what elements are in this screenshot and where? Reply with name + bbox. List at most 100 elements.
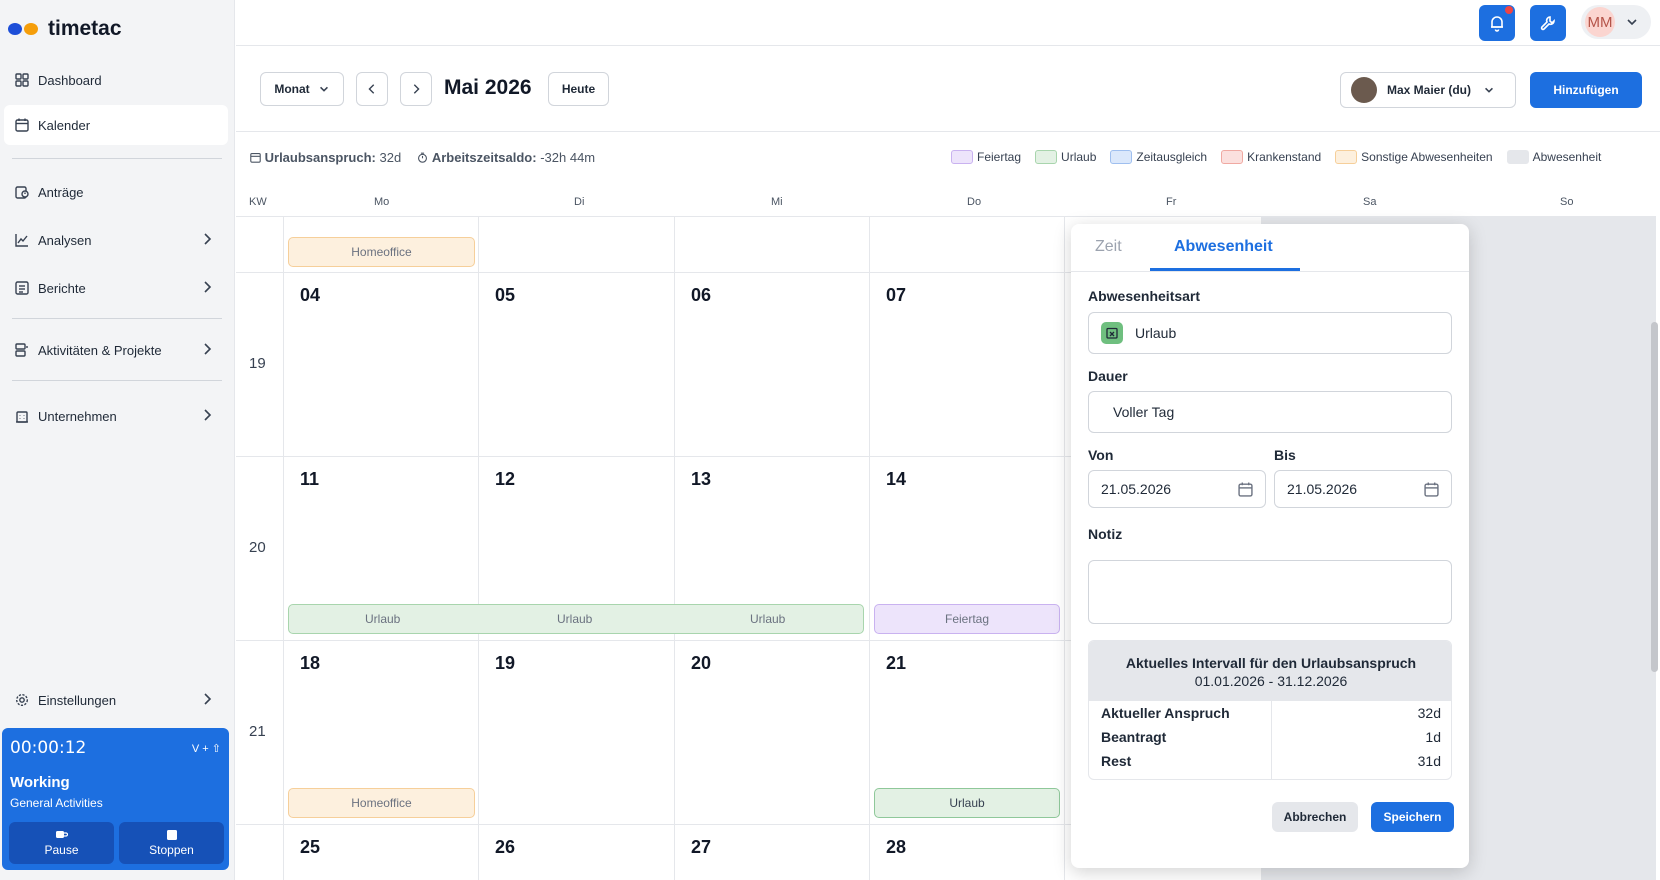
requests-icon xyxy=(14,184,30,200)
weekday-header: Fr xyxy=(1166,196,1177,208)
avatar: MM xyxy=(1585,7,1615,37)
timer-shortcut: V + ⇧ xyxy=(191,743,221,755)
quota-row: Beantragt 1d xyxy=(1101,729,1441,745)
logo[interactable]: timetac xyxy=(8,14,122,44)
pause-button[interactable]: Pause xyxy=(9,822,114,864)
day-cell[interactable]: 28 xyxy=(870,825,1065,880)
day-cell-weekend[interactable] xyxy=(1459,217,1656,273)
vacation-quota-table: Aktuelles Intervall für den Urlaubsanspr… xyxy=(1088,640,1452,780)
sidebar-item-antraege[interactable]: Anträge xyxy=(4,172,228,212)
day-cell[interactable] xyxy=(870,217,1065,273)
prev-month-button[interactable] xyxy=(356,72,388,106)
legend: Feiertag Urlaub Zeitausgleich Krankensta… xyxy=(951,150,1601,164)
day-cell[interactable]: 26 xyxy=(479,825,675,880)
popup-tabs: Zeit Abwesenheit xyxy=(1071,224,1469,272)
sidebar-item-unternehmen[interactable]: Unternehmen xyxy=(4,396,228,436)
to-date-input[interactable]: 21.05.2026 xyxy=(1274,470,1452,508)
note-label: Notiz xyxy=(1088,526,1123,542)
day-cell[interactable]: 07 xyxy=(870,273,1065,457)
duration-value: Voller Tag xyxy=(1113,404,1175,420)
view-select-value: Monat xyxy=(274,82,310,96)
sidebar-item-berichte[interactable]: Berichte xyxy=(4,268,228,308)
view-select[interactable]: Monat xyxy=(260,72,344,106)
day-cell[interactable]: 25 xyxy=(284,825,479,880)
stop-button[interactable]: Stoppen xyxy=(119,822,224,864)
sidebar-item-kalender[interactable]: Kalender xyxy=(4,105,228,145)
next-month-button[interactable] xyxy=(400,72,432,106)
calendar-icon[interactable] xyxy=(1238,482,1253,497)
absence-type-select[interactable]: Urlaub xyxy=(1088,312,1452,354)
day-cell[interactable]: 05 xyxy=(479,273,675,457)
dashboard-icon xyxy=(14,72,30,88)
legend-item: Urlaub xyxy=(1035,150,1096,164)
calendar-event-homeoffice[interactable]: Homeoffice xyxy=(288,237,475,267)
kw-cell xyxy=(236,217,284,273)
time-tracker-card: 00:00:12 V + ⇧ Working General Activitie… xyxy=(2,728,229,870)
sidebar-item-analysen[interactable]: Analysen xyxy=(4,220,228,260)
notifications-button[interactable] xyxy=(1479,5,1515,41)
day-cell[interactable] xyxy=(675,217,870,273)
save-button[interactable]: Speichern xyxy=(1371,802,1454,832)
top-bar: MM xyxy=(236,0,1660,46)
calendar-icon xyxy=(14,117,30,133)
quota-row: Rest 31d xyxy=(1101,753,1441,769)
scrollbar[interactable] xyxy=(1651,222,1658,772)
projects-icon xyxy=(14,342,30,358)
day-cell-weekend[interactable]: 17 xyxy=(1459,457,1656,641)
calendar-event-feiertag[interactable]: Feiertag xyxy=(874,604,1060,634)
person-avatar xyxy=(1351,77,1377,103)
sidebar-item-label: Analysen xyxy=(38,232,92,248)
legend-item: Zeitausgleich xyxy=(1110,150,1207,164)
person-select[interactable]: Max Maier (du) xyxy=(1340,72,1516,108)
day-cell-weekend[interactable]: 24 xyxy=(1459,641,1656,825)
day-cell[interactable]: 19 xyxy=(479,641,675,825)
day-cell-weekend[interactable]: 31 xyxy=(1459,825,1656,880)
day-cell-weekend[interactable]: 10 xyxy=(1459,273,1656,457)
weekday-header: Do xyxy=(967,196,982,208)
chevron-right-icon xyxy=(204,233,212,245)
balance-info: Urlaubsanspruch: 32d Arbeitszeitsaldo: -… xyxy=(250,150,595,165)
day-cell[interactable]: 04 xyxy=(284,273,479,457)
day-cell[interactable] xyxy=(479,217,675,273)
sidebar-item-aktivitaeten[interactable]: Aktivitäten & Projekte xyxy=(4,330,228,370)
kw-cell: 21 xyxy=(236,641,284,825)
sidebar-item-dashboard[interactable]: Dashboard xyxy=(4,60,228,100)
chevron-down-icon xyxy=(1485,87,1493,93)
duration-select[interactable]: Voller Tag xyxy=(1088,391,1452,433)
quota-header: Aktuelles Intervall für den Urlaubsanspr… xyxy=(1089,641,1451,701)
day-cell[interactable]: 20 xyxy=(675,641,870,825)
divider xyxy=(12,158,222,159)
calendar-event-homeoffice[interactable]: Homeoffice xyxy=(288,788,475,818)
kw-cell: 19 xyxy=(236,273,284,457)
logo-mark-icon xyxy=(8,22,40,36)
stop-icon xyxy=(166,829,177,840)
gear-icon xyxy=(14,692,30,708)
calendar-event-urlaub[interactable]: Urlaub xyxy=(874,788,1060,818)
stop-label: Stoppen xyxy=(149,842,194,857)
tab-zeit[interactable]: Zeit xyxy=(1095,238,1122,256)
today-button[interactable]: Heute xyxy=(548,72,609,106)
add-button[interactable]: Hinzufügen xyxy=(1530,72,1642,108)
calendar-event-urlaub[interactable]: Urlaub Urlaub Urlaub xyxy=(288,604,864,634)
user-menu[interactable]: MM xyxy=(1581,5,1651,39)
calendar-icon[interactable] xyxy=(1424,482,1439,497)
building-icon xyxy=(14,408,30,424)
tools-button[interactable] xyxy=(1530,5,1566,41)
tab-abwesenheit[interactable]: Abwesenheit xyxy=(1174,238,1273,256)
quota-row: Aktueller Anspruch 32d xyxy=(1101,705,1441,721)
to-date-value: 21.05.2026 xyxy=(1287,481,1358,497)
divider xyxy=(12,318,222,319)
cancel-button[interactable]: Abbrechen xyxy=(1272,802,1358,832)
sidebar-item-label: Berichte xyxy=(38,280,86,296)
sidebar-item-label: Unternehmen xyxy=(38,408,117,424)
vacation-entitlement: Urlaubsanspruch: 32d xyxy=(250,150,401,165)
scrollbar-thumb[interactable] xyxy=(1651,322,1658,672)
day-cell[interactable]: 27 xyxy=(675,825,870,880)
sidebar-item-einstellungen[interactable]: Einstellungen xyxy=(4,680,228,720)
legend-item: Feiertag xyxy=(951,150,1021,164)
day-cell[interactable]: 06 xyxy=(675,273,870,457)
note-textarea[interactable] xyxy=(1088,560,1452,624)
from-date-input[interactable]: 21.05.2026 xyxy=(1088,470,1266,508)
report-icon xyxy=(14,280,30,296)
absence-type-value: Urlaub xyxy=(1135,325,1177,341)
